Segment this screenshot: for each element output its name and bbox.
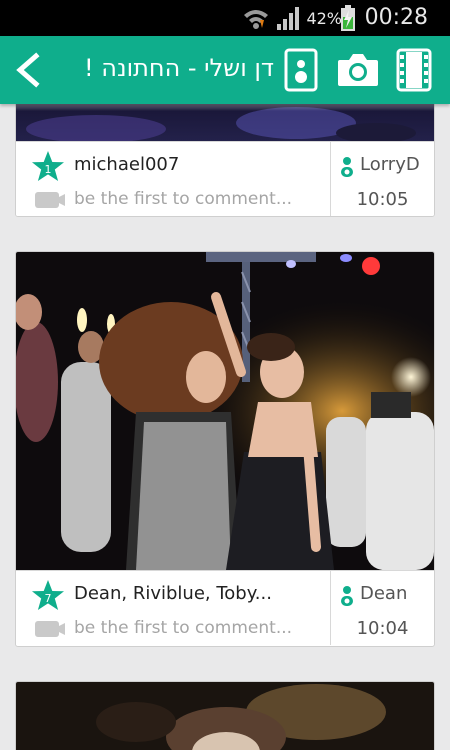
photo-card	[15, 681, 435, 750]
camera-icon[interactable]	[336, 50, 380, 90]
upload-time: 10:04	[356, 618, 409, 639]
party-photo[interactable]	[16, 104, 434, 141]
photo-card: 7 Dean, Riviblue, Toby... be the first t…	[15, 251, 435, 647]
user-icon	[341, 157, 353, 177]
like-count: 7	[45, 592, 52, 605]
upload-info: Dean 10:04	[330, 571, 434, 645]
liked-by-names[interactable]: michael007	[74, 154, 324, 175]
user-icon	[341, 586, 353, 606]
wifi-icon	[244, 10, 268, 29]
party-photo[interactable]	[16, 682, 434, 750]
photo-info-bar: 1 michael007 be the first to comment... …	[16, 141, 434, 216]
like-count: 1	[45, 163, 52, 176]
comment-bubble-icon[interactable]	[34, 190, 66, 210]
liked-by-names[interactable]: Dean, Riviblue, Toby...	[74, 583, 324, 604]
signal-icon	[277, 7, 299, 30]
back-arrow-icon[interactable]	[10, 50, 46, 90]
comment-prompt[interactable]: be the first to comment...	[74, 618, 292, 638]
upload-time: 10:05	[356, 189, 409, 210]
clock: 00:28	[364, 5, 428, 30]
battery-charging-icon	[341, 5, 355, 31]
photo-info-bar: 7 Dean, Riviblue, Toby... be the first t…	[16, 570, 434, 645]
uploader-name[interactable]: Dean	[360, 583, 407, 604]
upload-info: LorryD 10:05	[330, 142, 434, 216]
comment-bubble-icon[interactable]	[34, 619, 66, 639]
party-photo[interactable]	[16, 252, 434, 570]
status-bar: 42% 00:28	[0, 0, 450, 36]
photo-feed[interactable]: 1 michael007 be the first to comment... …	[0, 104, 450, 750]
photo-card: 1 michael007 be the first to comment... …	[15, 104, 435, 217]
album-book-icon[interactable]	[284, 48, 318, 92]
action-bar: דן ושלי - החתונה !	[0, 36, 450, 104]
likes-star-icon[interactable]: 7	[31, 579, 65, 613]
film-strip-icon[interactable]	[396, 48, 432, 92]
battery-percentage: 42%	[306, 9, 342, 28]
comment-prompt[interactable]: be the first to comment...	[74, 189, 292, 209]
uploader-name[interactable]: LorryD	[360, 154, 420, 175]
album-title: דן ושלי - החתונה !	[84, 54, 274, 82]
likes-star-icon[interactable]: 1	[31, 150, 65, 184]
